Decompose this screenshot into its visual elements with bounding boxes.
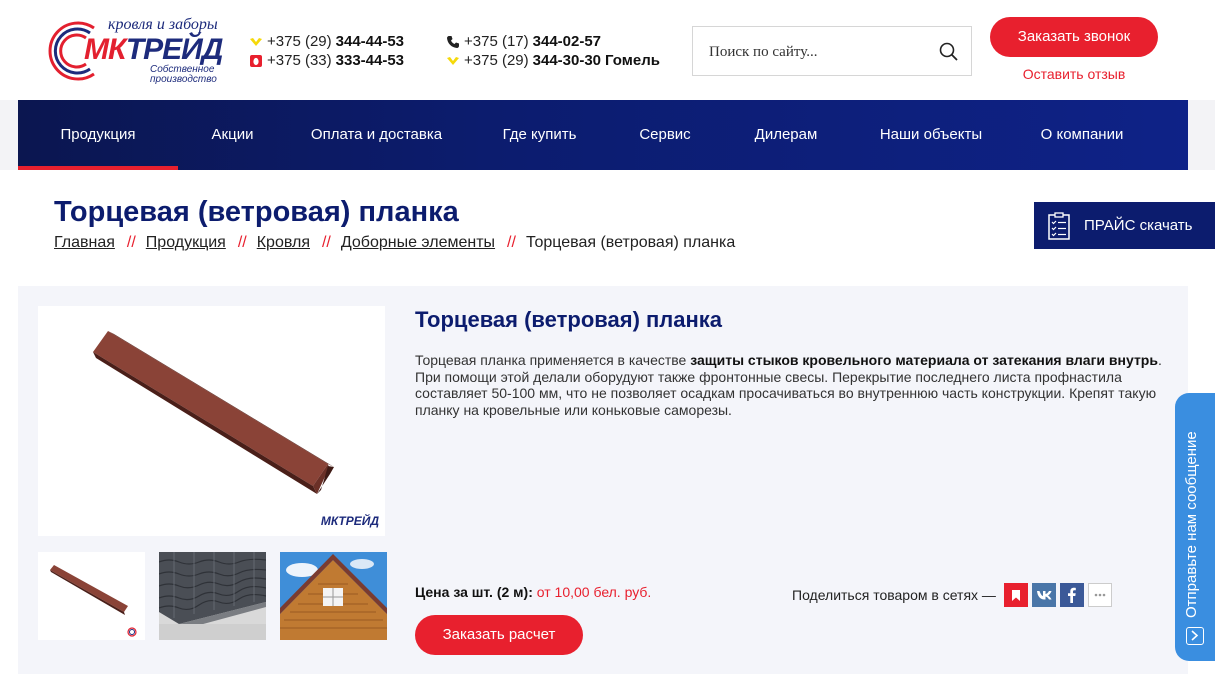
logo-subtitle: Собственное производство — [150, 64, 217, 85]
search-box — [692, 26, 972, 76]
product-price: Цена за шт. (2 м): от 10,00 бел. руб. — [415, 584, 651, 600]
site-logo[interactable]: кровля и заборы МКТРЕЙД Собственное прои… — [46, 16, 232, 86]
phone-row[interactable]: +375 (29) 344-30-30 Гомель — [446, 51, 660, 70]
chevron-right-icon — [1186, 627, 1204, 645]
breadcrumb-separator: // — [321, 234, 331, 251]
order-call-button[interactable]: Заказать звонок — [990, 17, 1158, 57]
product-main-image[interactable]: МКТРЕЙД — [38, 306, 385, 536]
phone-code: +375 (29) — [267, 33, 332, 50]
product-thumbnail[interactable] — [159, 552, 266, 640]
site-header: кровля и заборы МКТРЕЙД Собственное прои… — [0, 0, 1215, 100]
phones-block-left: +375 (29) 344-44-53 +375 (33) 333-44-53 — [249, 32, 404, 70]
price-label: Цена за шт. (2 м): — [415, 584, 533, 600]
main-nav: Продукция Акции Оплата и доставка Где ку… — [18, 100, 1188, 170]
phone-number: 344-30-30 — [532, 52, 602, 69]
thumb-plank-image — [50, 565, 137, 637]
breadcrumb-separator: // — [237, 234, 247, 251]
product-thumbnail[interactable] — [38, 552, 145, 640]
share-bar: Поделиться товаром в сетях — — [792, 583, 1112, 607]
more-icon[interactable] — [1087, 583, 1112, 607]
price-download-button[interactable]: ПРАЙС скачать — [1034, 202, 1215, 249]
phone-code: +375 (17) — [464, 33, 529, 50]
breadcrumb-link-roofing[interactable]: Кровля — [257, 234, 310, 252]
plank-image — [93, 331, 334, 494]
description-text: Торцевая планка применяется в качестве — [415, 352, 691, 368]
nav-item-dealers[interactable]: Дилерам — [717, 100, 855, 170]
logo-name-mk: МК — [84, 33, 127, 66]
phone-code: +375 (29) — [464, 52, 529, 69]
phone-code: +375 (33) — [267, 52, 332, 69]
velcom-icon — [250, 37, 262, 46]
breadcrumb-current: Торцевая (ветровая) планка — [525, 234, 736, 251]
phone-number: 333-44-53 — [335, 52, 405, 69]
nav-item-our-projects[interactable]: Наши объекты — [855, 100, 1007, 170]
mts-icon — [250, 54, 262, 67]
nav-item-where-to-buy[interactable]: Где купить — [466, 100, 613, 170]
search-icon[interactable] — [937, 40, 961, 64]
leave-review-link[interactable]: Оставить отзыв — [990, 66, 1158, 82]
breadcrumb-separator: // — [126, 234, 136, 251]
page-title: Торцевая (ветровая) планка — [54, 196, 459, 228]
phone-number: 344-44-53 — [335, 33, 405, 50]
product-description: Торцевая планка применяется в качестве з… — [415, 352, 1163, 418]
logo-tagline: кровля и заборы — [108, 16, 218, 33]
image-watermark-logo: МКТРЕЙД — [320, 514, 379, 528]
breadcrumb-link-accessories[interactable]: Доборные элементы — [341, 234, 495, 252]
description-bold-text: защиты стыков кровельного материала от з… — [690, 352, 1158, 368]
nav-item-promotions[interactable]: Акции — [178, 100, 287, 170]
breadcrumb-separator: // — [507, 234, 516, 251]
phone-row[interactable]: +375 (17) 344-02-57 — [446, 32, 660, 51]
send-message-label: Отправьте нам сообщение — [1183, 431, 1200, 618]
search-input[interactable] — [709, 41, 929, 63]
price-download-label: ПРАЙС скачать — [1084, 217, 1193, 234]
nav-item-service[interactable]: Сервис — [613, 100, 717, 170]
phone-city: Гомель — [605, 52, 660, 69]
facebook-icon[interactable] — [1059, 583, 1084, 607]
phone-number: 344-02-57 — [532, 33, 602, 50]
breadcrumb: Главная // Продукция // Кровля // Доборн… — [54, 234, 735, 252]
order-calculation-button[interactable]: Заказать расчет — [415, 615, 583, 655]
share-label: Поделиться товаром в сетях — — [792, 587, 996, 603]
phones-block-right: +375 (17) 344-02-57 +375 (29) 344-30-30 … — [446, 32, 660, 70]
logo-name: МКТРЕЙД — [84, 33, 224, 67]
nav-item-payment-delivery[interactable]: Оплата и доставка — [287, 100, 466, 170]
vk-icon[interactable] — [1031, 583, 1056, 607]
send-message-widget[interactable]: Отправьте нам сообщение — [1175, 393, 1215, 661]
price-list-icon — [1048, 211, 1070, 240]
bookmark-icon[interactable] — [1003, 583, 1028, 607]
breadcrumb-link-home[interactable]: Главная — [54, 234, 115, 252]
velcom-icon — [447, 56, 459, 65]
nav-item-products[interactable]: Продукция — [18, 100, 178, 170]
logo-name-trade: ТРЕЙД — [125, 33, 224, 66]
phone-row[interactable]: +375 (33) 333-44-53 — [249, 51, 404, 70]
price-value: от 10,00 бел. руб. — [536, 584, 652, 600]
thumb-roof-tiles-image — [159, 552, 266, 640]
product-thumbnail[interactable] — [280, 552, 387, 640]
phone-icon — [447, 35, 459, 48]
phone-row[interactable]: +375 (29) 344-44-53 — [249, 32, 404, 51]
breadcrumb-link-products[interactable]: Продукция — [146, 234, 226, 252]
product-title: Торцевая (ветровая) планка — [415, 307, 723, 332]
thumb-gable-image — [280, 552, 387, 640]
nav-item-about[interactable]: О компании — [1007, 100, 1157, 170]
product-card: МКТРЕЙД Торцевая (ветровая) планка Торце… — [18, 286, 1188, 674]
